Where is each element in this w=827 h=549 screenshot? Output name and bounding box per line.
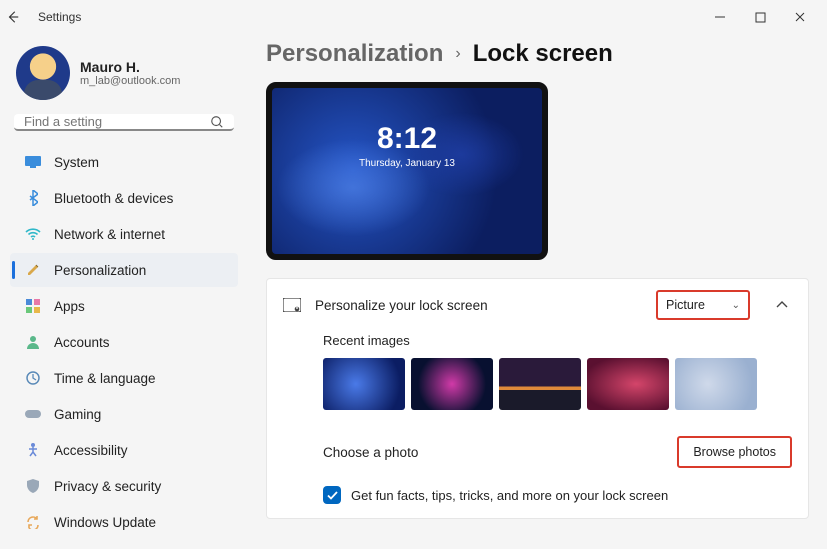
nav-label: Personalization xyxy=(54,263,146,278)
preview-time: 8:12 xyxy=(377,122,437,156)
sidebar-item-accounts[interactable]: Accounts xyxy=(10,325,238,359)
fun-facts-row[interactable]: Get fun facts, tips, tricks, and more on… xyxy=(267,478,808,518)
sidebar-item-time[interactable]: Time & language xyxy=(10,361,238,395)
main-content: Personalization › Lock screen 8:12 Thurs… xyxy=(248,34,827,549)
nav-label: Accessibility xyxy=(54,443,128,458)
nav-label: Time & language xyxy=(54,371,156,386)
recent-image-thumb[interactable] xyxy=(675,358,757,410)
recent-images-label: Recent images xyxy=(323,333,808,348)
nav-label: Apps xyxy=(54,299,85,314)
maximize-button[interactable] xyxy=(749,6,771,28)
recent-images-row xyxy=(323,358,808,410)
choose-photo-label: Choose a photo xyxy=(323,445,677,460)
breadcrumb: Personalization › Lock screen xyxy=(266,40,809,68)
nav-list: System Bluetooth & devices Network & int… xyxy=(10,145,238,539)
user-email: m_lab@outlook.com xyxy=(80,75,180,87)
recent-image-thumb[interactable] xyxy=(323,358,405,410)
update-icon xyxy=(24,513,42,531)
caption-buttons xyxy=(709,6,821,28)
breadcrumb-parent[interactable]: Personalization xyxy=(266,40,443,68)
window-title: Settings xyxy=(38,10,81,24)
search-icon xyxy=(210,115,224,129)
chevron-down-icon: ⌄ xyxy=(732,300,740,311)
choose-photo-row: Choose a photo Browse photos xyxy=(267,426,808,478)
gamepad-icon xyxy=(24,405,42,423)
recent-image-thumb[interactable] xyxy=(411,358,493,410)
shield-icon xyxy=(24,477,42,495)
paintbrush-icon xyxy=(24,261,42,279)
nav-label: Network & internet xyxy=(54,227,165,242)
lock-screen-preview: 8:12 Thursday, January 13 xyxy=(266,82,548,260)
display-icon xyxy=(24,153,42,171)
apps-icon xyxy=(24,297,42,315)
person-icon xyxy=(24,333,42,351)
picture-icon xyxy=(283,298,301,312)
collapse-button[interactable] xyxy=(772,301,792,309)
page-title: Lock screen xyxy=(473,40,613,68)
user-profile[interactable]: Mauro H. m_lab@outlook.com xyxy=(10,42,238,114)
sidebar-item-personalization[interactable]: Personalization xyxy=(10,253,238,287)
chevron-right-icon: › xyxy=(455,45,460,63)
minimize-button[interactable] xyxy=(709,6,731,28)
avatar xyxy=(16,46,70,100)
bluetooth-icon xyxy=(24,189,42,207)
lock-screen-type-dropdown[interactable]: Picture ⌄ xyxy=(656,290,750,320)
title-bar: Settings xyxy=(0,0,827,34)
nav-label: Gaming xyxy=(54,407,101,422)
wifi-icon xyxy=(24,225,42,243)
fun-facts-checkbox[interactable] xyxy=(323,486,341,504)
sidebar-item-update[interactable]: Windows Update xyxy=(10,505,238,539)
sidebar-item-privacy[interactable]: Privacy & security xyxy=(10,469,238,503)
user-name: Mauro H. xyxy=(80,59,180,75)
sidebar-item-gaming[interactable]: Gaming xyxy=(10,397,238,431)
sidebar-item-accessibility[interactable]: Accessibility xyxy=(10,433,238,467)
preview-date: Thursday, January 13 xyxy=(359,158,455,169)
accessibility-icon xyxy=(24,441,42,459)
nav-label: Bluetooth & devices xyxy=(54,191,173,206)
sidebar-item-apps[interactable]: Apps xyxy=(10,289,238,323)
browse-photos-button[interactable]: Browse photos xyxy=(677,436,792,468)
sidebar: Mauro H. m_lab@outlook.com System Blueto… xyxy=(0,34,248,549)
recent-image-thumb[interactable] xyxy=(587,358,669,410)
dropdown-value: Picture xyxy=(666,298,705,312)
clock-icon xyxy=(24,369,42,387)
personalize-row[interactable]: Personalize your lock screen Picture ⌄ xyxy=(267,279,808,331)
personalize-label: Personalize your lock screen xyxy=(315,298,642,313)
search-box[interactable] xyxy=(14,114,234,131)
search-input[interactable] xyxy=(24,114,210,129)
back-button[interactable] xyxy=(6,10,32,24)
sidebar-item-bluetooth[interactable]: Bluetooth & devices xyxy=(10,181,238,215)
fun-facts-label: Get fun facts, tips, tricks, and more on… xyxy=(351,488,668,503)
recent-image-thumb[interactable] xyxy=(499,358,581,410)
nav-label: Windows Update xyxy=(54,515,156,530)
personalize-panel: Personalize your lock screen Picture ⌄ R… xyxy=(266,278,809,519)
nav-label: Accounts xyxy=(54,335,110,350)
nav-label: Privacy & security xyxy=(54,479,161,494)
sidebar-item-system[interactable]: System xyxy=(10,145,238,179)
sidebar-item-network[interactable]: Network & internet xyxy=(10,217,238,251)
nav-label: System xyxy=(54,155,99,170)
close-button[interactable] xyxy=(789,6,811,28)
